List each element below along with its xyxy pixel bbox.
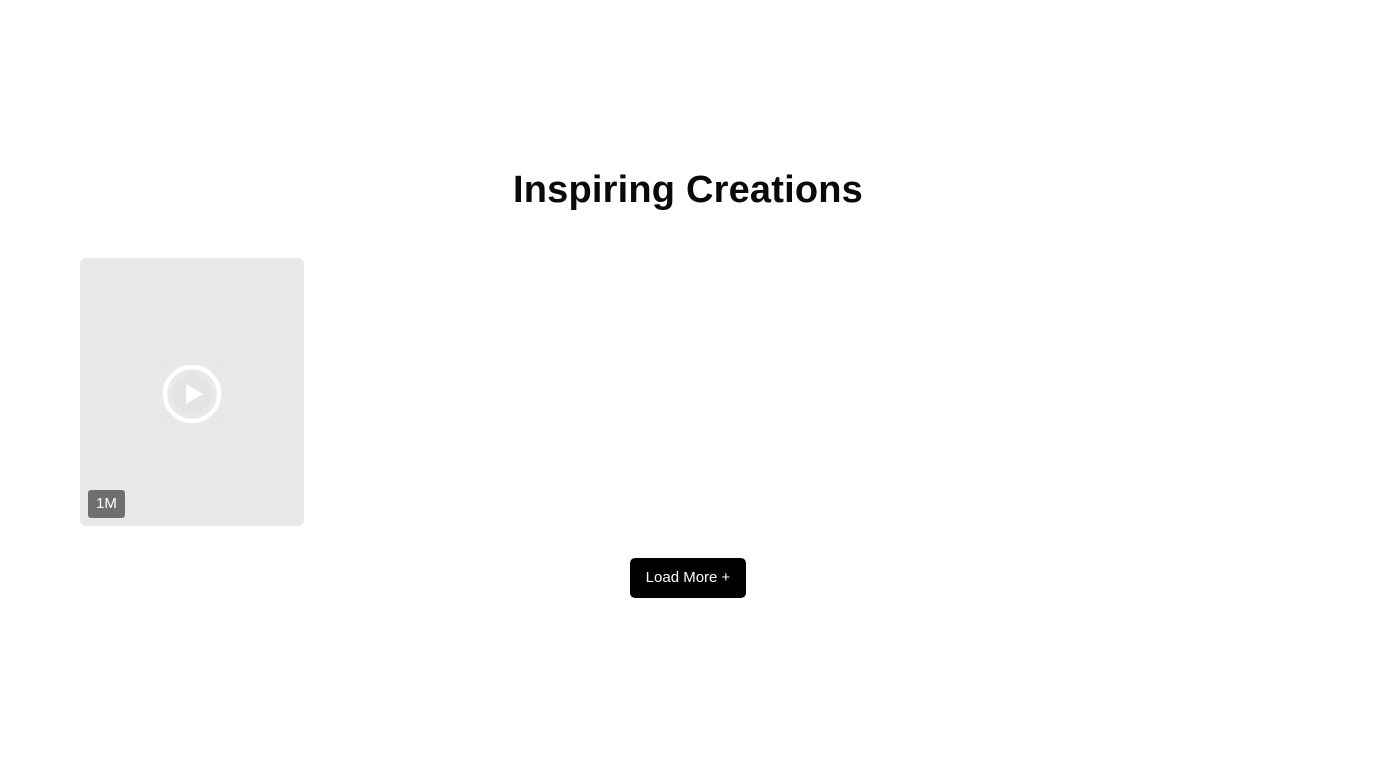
play-icon[interactable]: [154, 356, 230, 432]
view-count-badge: 1M: [88, 490, 125, 518]
section-title: Inspiring Creations: [512, 169, 864, 211]
page: Inspiring Creations 1M Load More +: [0, 0, 1376, 768]
load-more-button[interactable]: Load More +: [630, 558, 746, 598]
gallery-card[interactable]: 1M: [80, 258, 304, 526]
